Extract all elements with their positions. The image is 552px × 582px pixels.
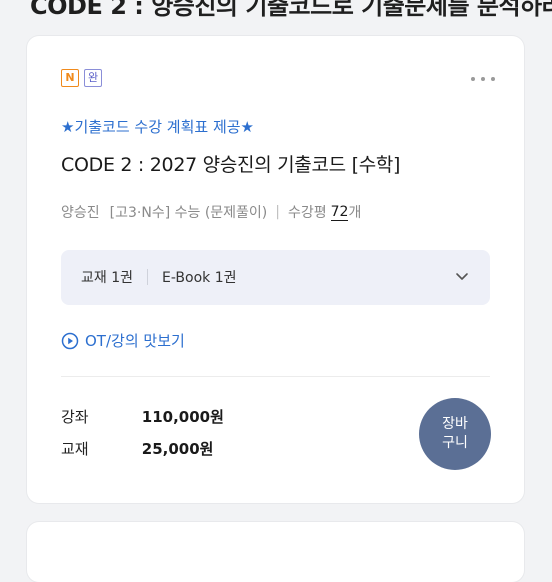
- preview-label: OT/강의 맛보기: [85, 332, 185, 350]
- course-meta: 양승진 [고3·N수] 수능 (문제풀이) | 수강평 72 개: [61, 202, 361, 222]
- materials-dropdown[interactable]: 교재 1권 E-Book 1권: [61, 250, 490, 305]
- chevron-down-icon: [454, 268, 470, 288]
- price-value: 25,000원: [141, 440, 214, 458]
- promo-text: ★기출코드 수강 계획표 제공★: [61, 118, 254, 136]
- course-target: [고3·N수] 수능 (문제풀이): [109, 205, 268, 221]
- textbook-price-row: 교재 25,000원: [61, 438, 213, 459]
- price-label: 교재: [61, 440, 89, 458]
- price-label: 강좌: [61, 408, 89, 426]
- preview-link[interactable]: OT/강의 맛보기: [61, 330, 185, 351]
- reviews-unit: 개: [348, 205, 362, 221]
- page-heading: CODE 2 : 양승진의 기출코드로 기출문제를 분석하라!: [30, 0, 552, 20]
- new-badge: N: [61, 69, 79, 87]
- course-title[interactable]: CODE 2 : 2027 양승진의 기출코드 [수학]: [61, 150, 400, 177]
- course-card: N 완 ★기출코드 수강 계획표 제공★ CODE 2 : 2027 양승진의 …: [27, 36, 524, 503]
- reviews-label: 수강평: [287, 205, 327, 221]
- add-to-cart-button[interactable]: 장바 구니: [419, 398, 491, 470]
- teacher-name: 양승진: [61, 205, 100, 221]
- badge-group: N 완: [61, 69, 102, 87]
- section-divider: [61, 376, 490, 377]
- price-value: 110,000원: [141, 408, 224, 426]
- play-circle-icon: [61, 332, 79, 349]
- complete-badge: 완: [84, 69, 102, 87]
- cart-label-line1: 장바: [442, 416, 468, 432]
- textbook-count: 교재 1권: [81, 270, 133, 286]
- ebook-count: E-Book 1권: [162, 270, 237, 286]
- lecture-price-row: 강좌 110,000원: [61, 406, 224, 427]
- meta-divider: |: [275, 204, 280, 220]
- dropdown-divider: [147, 269, 148, 285]
- reviews-count[interactable]: 72: [330, 204, 349, 221]
- more-dots-icon[interactable]: [470, 66, 496, 87]
- cart-label-line2: 구니: [442, 435, 468, 451]
- next-course-card: [27, 522, 524, 582]
